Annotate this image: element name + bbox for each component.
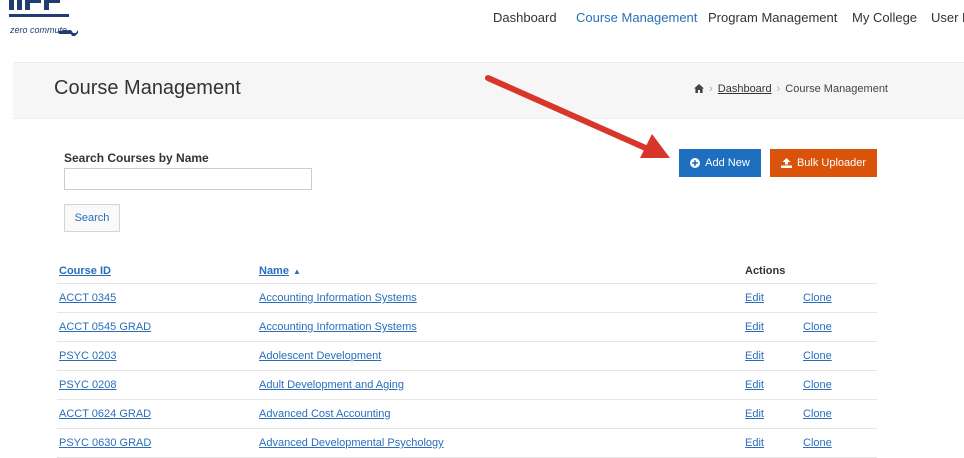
course-id-link[interactable]: PSYC 0630 GRAD xyxy=(59,437,151,449)
column-header-name[interactable]: Name ▲ xyxy=(257,258,743,284)
breadcrumb: › Dashboard › Course Management xyxy=(694,83,888,95)
breadcrumb-separator: › xyxy=(776,83,781,95)
page-header: Course Management › Dashboard › Course Mana… xyxy=(13,62,964,119)
course-id-link[interactable]: ACCT 0624 GRAD xyxy=(59,408,151,420)
table-row: ACCT 0624 GRAD Advanced Cost Accounting … xyxy=(57,399,877,429)
breadcrumb-current: Course Management xyxy=(785,83,888,95)
edit-link[interactable]: Edit xyxy=(745,292,764,304)
upload-icon xyxy=(780,158,792,168)
search-label: Search Courses by Name xyxy=(64,151,209,165)
nav-item-program-management[interactable]: Program Management xyxy=(708,10,837,25)
table-row: ACCT 0545 GRAD Accounting Information Sy… xyxy=(57,312,877,342)
search-input[interactable] xyxy=(64,168,312,190)
bulk-uploader-button[interactable]: Bulk Uploader xyxy=(770,149,877,177)
course-name-link[interactable]: Advanced Cost Accounting xyxy=(259,408,390,420)
course-name-link[interactable]: Accounting Information Systems xyxy=(259,292,417,304)
nav-item-user-management[interactable]: User M xyxy=(931,10,964,25)
course-id-link[interactable]: PSYC 0203 xyxy=(59,350,116,362)
course-id-link[interactable]: PSYC 0208 xyxy=(59,379,116,391)
home-icon[interactable] xyxy=(694,84,705,93)
nav-item-dashboard[interactable]: Dashboard xyxy=(493,10,557,25)
edit-link[interactable]: Edit xyxy=(745,350,764,362)
breadcrumb-separator: › xyxy=(709,83,713,95)
courses-table: Course ID Name ▲ Actions ACCT 0345 Accoun… xyxy=(57,258,877,458)
nav-item-my-college[interactable]: My College xyxy=(852,10,917,25)
breadcrumb-dashboard-link[interactable]: Dashboard xyxy=(718,83,772,95)
column-header-course-id[interactable]: Course ID xyxy=(57,258,257,284)
clone-link[interactable]: Clone xyxy=(803,408,832,420)
course-id-link[interactable]: ACCT 0545 GRAD xyxy=(59,321,151,333)
name-sort-link[interactable]: Name xyxy=(259,265,289,277)
clone-link[interactable]: Clone xyxy=(803,321,832,333)
search-button[interactable]: Search xyxy=(64,204,120,232)
bulk-uploader-label: Bulk Uploader xyxy=(796,157,867,169)
page-title: Course Management xyxy=(54,77,241,99)
table-row: PSYC 0208 Adult Development and Aging Ed… xyxy=(57,370,877,400)
clone-link[interactable]: Clone xyxy=(803,350,832,362)
clone-link[interactable]: Clone xyxy=(803,437,832,449)
course-id-link[interactable]: ACCT 0345 xyxy=(59,292,116,304)
edit-link[interactable]: Edit xyxy=(745,437,764,449)
add-new-label: Add New xyxy=(705,157,750,169)
course-name-link[interactable]: Adolescent Development xyxy=(259,350,381,362)
clone-link[interactable]: Clone xyxy=(803,292,832,304)
edit-link[interactable]: Edit xyxy=(745,408,764,420)
table-row: PSYC 0203 Adolescent Development Edit Cl… xyxy=(57,341,877,371)
add-new-button[interactable]: Add New xyxy=(679,149,761,177)
course-name-link[interactable]: Advanced Developmental Psychology xyxy=(259,437,444,449)
edit-link[interactable]: Edit xyxy=(745,379,764,391)
main-nav: Dashboard Course Management Program Mana… xyxy=(0,10,964,30)
plus-circle-icon xyxy=(690,158,701,168)
table-header-row: Course ID Name ▲ Actions xyxy=(57,258,877,284)
course-name-link[interactable]: Accounting Information Systems xyxy=(259,321,417,333)
clone-link[interactable]: Clone xyxy=(803,379,832,391)
table-row: ACCT 0345 Accounting Information Systems… xyxy=(57,283,877,313)
table-row: PSYC 0630 GRAD Advanced Developmental Ps… xyxy=(57,428,877,458)
course-name-link[interactable]: Adult Development and Aging xyxy=(259,379,404,391)
nav-item-course-management[interactable]: Course Management xyxy=(576,10,697,25)
sort-up-icon: ▲ xyxy=(292,266,301,276)
edit-link[interactable]: Edit xyxy=(745,321,764,333)
course-id-sort-link[interactable]: Course ID xyxy=(59,265,111,277)
column-header-actions: Actions xyxy=(743,258,877,284)
